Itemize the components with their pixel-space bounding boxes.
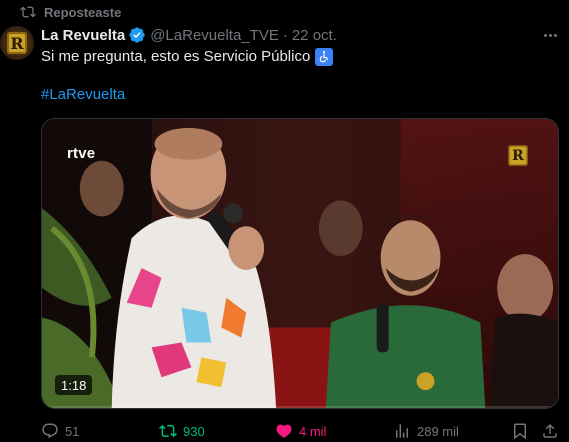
author-handle[interactable]: @LaRevuelta_TVE <box>150 27 279 44</box>
bookmark-icon <box>514 423 526 440</box>
like-button[interactable]: 4 mil <box>275 420 326 442</box>
views-button[interactable]: 289 mil <box>393 420 459 442</box>
repost-count: 930 <box>183 423 205 439</box>
views-chart-icon <box>396 424 408 438</box>
separator-dot: · <box>282 26 288 44</box>
post-date[interactable]: 22 oct. <box>292 27 337 44</box>
views-count: 289 mil <box>417 423 459 439</box>
hashtag-link[interactable]: #LaRevuelta <box>41 86 125 103</box>
repost-indicator: Reposteaste <box>20 3 121 21</box>
share-button[interactable] <box>541 420 559 442</box>
repost-icon <box>159 424 177 438</box>
channel-logo: R <box>508 145 528 166</box>
dot-icon <box>553 33 557 37</box>
action-bar: 51 930 4 mil 289 mil <box>41 420 561 442</box>
share-icon <box>543 423 557 438</box>
post-body: Si me pregunta, esto es Servicio Público <box>41 48 311 65</box>
la-revuelta-logo: R <box>7 32 27 54</box>
verified-badge-icon[interactable] <box>128 26 146 44</box>
more-options-button[interactable] <box>540 27 560 43</box>
video-frame <box>42 119 558 408</box>
dot-icon <box>543 33 547 37</box>
avatar[interactable]: R <box>0 26 34 60</box>
like-count: 4 mil <box>299 423 327 439</box>
reply-count: 51 <box>65 423 80 439</box>
reply-icon <box>42 423 58 439</box>
video-duration: 1:18 <box>55 375 93 395</box>
repost-label: Reposteaste <box>44 4 122 20</box>
repost-icon <box>20 6 36 18</box>
dot-icon <box>548 33 552 37</box>
video-progress-track[interactable] <box>42 406 558 408</box>
bookmark-button[interactable] <box>511 420 529 442</box>
author-name[interactable]: La Revuelta <box>41 27 125 44</box>
post-header: La Revuelta @LaRevuelta_TVE · 22 oct. <box>41 25 337 45</box>
heart-icon <box>276 424 292 438</box>
rtve-logo: rtve <box>67 145 96 162</box>
post-text: Si me pregunta, esto es Servicio Público <box>41 47 334 67</box>
video-player[interactable]: rtve R 1:18 <box>41 118 559 409</box>
wheelchair-symbol-icon <box>315 48 334 66</box>
reply-button[interactable]: 51 <box>41 420 79 442</box>
repost-button[interactable]: 930 <box>159 420 205 442</box>
